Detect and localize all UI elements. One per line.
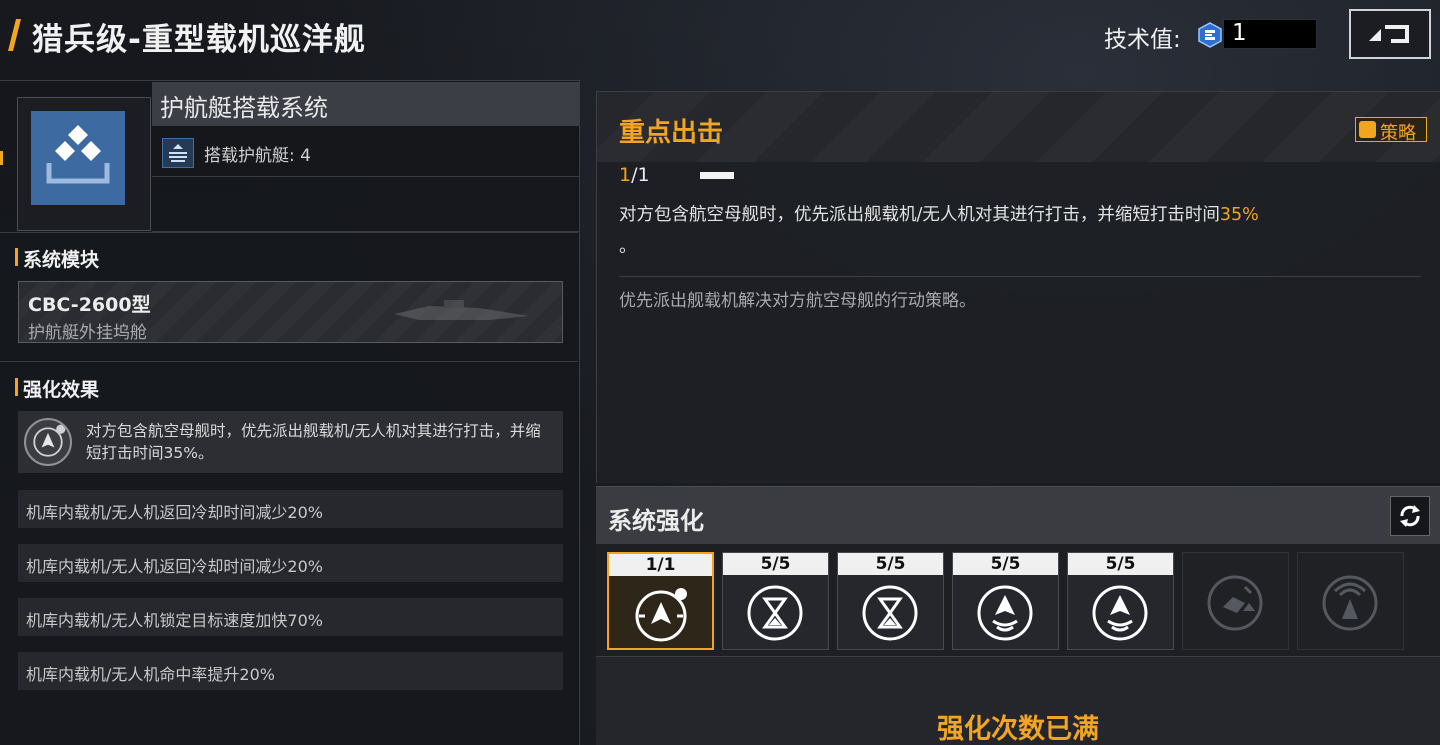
effect-section-label: 强化效果 [23, 379, 100, 401]
module-blueprint-icon [394, 300, 529, 320]
strategy-header: 重点出击 策略 [597, 92, 1440, 162]
slot-level: 5/5 [838, 553, 943, 575]
title-accent [8, 19, 21, 51]
strategy-level: 1/1 [619, 164, 650, 186]
effect-main-text: 对方包含航空母舰时，优先派出舰载机/无人机对其进行打击，并缩短打击时间35%。 [86, 422, 541, 462]
strategy-badge: 策略 [1355, 117, 1427, 144]
escort-boat-icon [162, 138, 194, 168]
hourglass-cooldown-icon [862, 585, 918, 641]
radar-broadcast-icon [1322, 575, 1378, 631]
strike-target-icon [635, 588, 687, 642]
strategy-title: 重点出击 [619, 118, 724, 148]
system-stat: 搭载护航艇: 4 [152, 125, 579, 177]
slot-level: 5/5 [953, 553, 1058, 575]
divider [619, 276, 1421, 277]
return-icon [1369, 25, 1409, 43]
tech-value: 1 [1232, 20, 1247, 46]
slot-level: 5/5 [1068, 553, 1173, 575]
refresh-button[interactable] [1390, 496, 1430, 536]
strategy-badge-label: 策略 [1380, 123, 1416, 144]
enhance-slot[interactable]: 5/5 [1067, 552, 1174, 650]
strategy-flavor-text: 优先派出舰载机解决对方航空母舰的行动策略。 [619, 291, 976, 311]
enhance-maxed-text: 强化次数已满 [937, 714, 1099, 745]
module-section-label: 系统模块 [23, 249, 100, 271]
tech-chip-icon [1198, 22, 1222, 48]
effect-row: 机库内载机/无人机命中率提升20% [18, 652, 563, 690]
hourglass-cooldown-icon [747, 585, 803, 641]
system-name-bar: 护航艇搭载系统 [152, 82, 579, 125]
divider [0, 361, 578, 362]
strategy-description: 对方包含航空母舰时，优先派出舰载机/无人机对其进行打击，并缩短打击时间35% 。 [619, 199, 1419, 263]
back-button[interactable] [1349, 9, 1431, 59]
slot-level: 1/1 [609, 554, 712, 576]
enhance-slot[interactable]: 5/5 [952, 552, 1059, 650]
module-section-heading: 系统模块 [14, 245, 100, 272]
strike-target-icon [24, 418, 72, 466]
system-panel: 护航艇搭载系统 搭载护航艇: 4 系统模块 CBC-2600型 护航艇外挂坞舱 … [0, 80, 580, 745]
effect-row-text: 机库内载机/无人机锁定目标速度加快70% [26, 611, 323, 630]
system-info-spacer [152, 177, 579, 232]
system-icon-frame [17, 97, 151, 231]
effect-row-text: 机库内载机/无人机返回冷却时间减少20% [26, 557, 323, 576]
enhance-slot[interactable]: 1/1 [607, 552, 714, 650]
module-name: CBC-2600型 [28, 294, 151, 316]
aircraft-signal-icon [1092, 585, 1148, 641]
escort-boat-count: 搭载护航艇: 4 [204, 146, 311, 166]
effect-row: 机库内载机/无人机返回冷却时间减少20% [18, 544, 563, 582]
effect-section-heading: 强化效果 [14, 375, 100, 402]
slot-level: 5/5 [723, 553, 828, 575]
level-current: 1 [619, 164, 632, 186]
page-title: 猎兵级-重型载机巡洋舰 [32, 22, 366, 58]
level-progress-bar [700, 172, 734, 179]
enhance-slot-locked[interactable] [1182, 552, 1289, 650]
repair-up-icon [1207, 575, 1263, 631]
enhance-header: 系统强化 [596, 486, 1440, 544]
strategy-detail-panel: 重点出击 策略 1/1 对方包含航空母舰时，优先派出舰载机/无人机对其进行打击，… [596, 91, 1440, 483]
divider [0, 232, 578, 233]
enhance-title: 系统强化 [608, 507, 704, 535]
aircraft-signal-icon [977, 585, 1033, 641]
description-percent: 35% [1219, 205, 1259, 225]
module-card[interactable]: CBC-2600型 护航艇外挂坞舱 [18, 281, 563, 343]
strategy-badge-icon [1359, 121, 1376, 138]
effect-row-text: 机库内载机/无人机命中率提升20% [26, 665, 275, 684]
system-selected-marker [0, 151, 3, 165]
description-text: 对方包含航空母舰时，优先派出舰载机/无人机对其进行打击，并缩短打击时间 [619, 205, 1220, 225]
effect-row: 机库内载机/无人机锁定目标速度加快70% [18, 598, 563, 636]
level-max: /1 [631, 164, 650, 186]
top-bar: 猎兵级-重型载机巡洋舰 技术值: 1 [0, 0, 1440, 78]
enhance-slots: 1/1 5/5 5/5 5/5 5/5 [596, 544, 1440, 656]
system-name: 护航艇搭载系统 [160, 94, 328, 122]
effect-row-text: 机库内载机/无人机返回冷却时间减少20% [26, 503, 323, 522]
enhance-status-area: 强化次数已满 [596, 656, 1440, 745]
effect-main: 对方包含航空母舰时，优先派出舰载机/无人机对其进行打击，并缩短打击时间35%。 [18, 411, 563, 473]
enhance-slot[interactable]: 5/5 [722, 552, 829, 650]
enhance-slot[interactable]: 5/5 [837, 552, 944, 650]
module-subtitle: 护航艇外挂坞舱 [28, 323, 147, 343]
tech-value-label: 技术值: [1104, 27, 1181, 53]
description-end: 。 [619, 237, 637, 257]
carrier-bay-icon [31, 111, 125, 205]
enhance-slot-locked[interactable] [1297, 552, 1404, 650]
refresh-icon [1400, 505, 1420, 527]
effect-row: 机库内载机/无人机返回冷却时间减少20% [18, 490, 563, 528]
